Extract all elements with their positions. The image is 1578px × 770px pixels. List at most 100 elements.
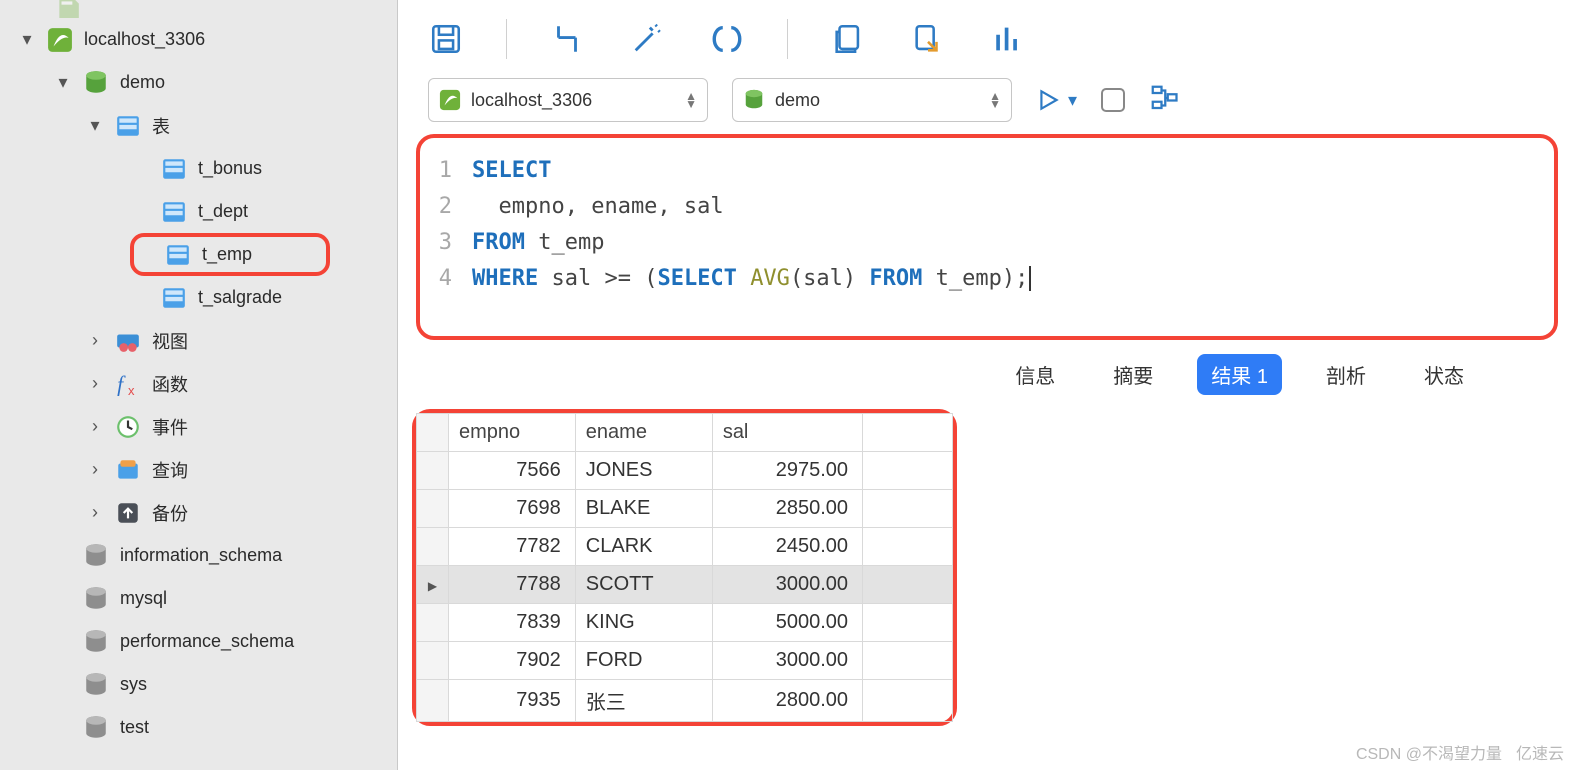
- watermark-right: 亿速云: [1516, 740, 1564, 764]
- cell-ename[interactable]: KING: [575, 604, 712, 642]
- queries-node[interactable]: › 查询: [0, 448, 397, 491]
- cell-empno[interactable]: 7902: [449, 642, 576, 680]
- result-grid[interactable]: empnoenamesal 7566JONES2975.007698BLAKE2…: [416, 413, 953, 722]
- cell-ename[interactable]: 张三: [575, 680, 712, 722]
- cell-ename[interactable]: BLAKE: [575, 490, 712, 528]
- tab-summary[interactable]: 摘要: [1099, 354, 1167, 395]
- run-dropdown-icon[interactable]: ▾: [1068, 90, 1077, 111]
- tables-node[interactable]: ▾ 表: [0, 104, 397, 147]
- cell-sal[interactable]: 2450.00: [712, 528, 862, 566]
- tab-status[interactable]: 状态: [1410, 354, 1478, 395]
- table-icon: [160, 198, 188, 226]
- row-indicator: [417, 490, 449, 528]
- tab-result[interactable]: 结果 1: [1197, 354, 1282, 395]
- cell-extra: [863, 528, 953, 566]
- table-row[interactable]: 7788SCOTT3000.00: [417, 566, 953, 604]
- row-indicator: [417, 642, 449, 680]
- table-label: t_salgrade: [198, 287, 282, 308]
- explain-plan-icon[interactable]: [1149, 83, 1179, 118]
- cell-sal[interactable]: 2850.00: [712, 490, 862, 528]
- code-line[interactable]: 4WHERE sal >= (SELECT AVG(sal) FROM t_em…: [426, 260, 1548, 296]
- chevron-right-icon: ›: [86, 373, 104, 394]
- cell-empno[interactable]: 7782: [449, 528, 576, 566]
- cell-empno[interactable]: 7935: [449, 680, 576, 722]
- col-extra: [863, 414, 953, 452]
- table-icon: [164, 241, 192, 269]
- tab-profile[interactable]: 剖析: [1312, 354, 1380, 395]
- events-label: 事件: [152, 414, 188, 440]
- table-row[interactable]: 7698BLAKE2850.00: [417, 490, 953, 528]
- save-icon[interactable]: [426, 19, 466, 59]
- beautify-icon[interactable]: [627, 19, 667, 59]
- connection-selector[interactable]: localhost_3306 ▲▼: [428, 78, 708, 122]
- sql-editor[interactable]: 1SELECT2 empno, ename, sal3FROM t_emp4WH…: [416, 134, 1558, 340]
- functions-node[interactable]: › fx 函数: [0, 362, 397, 405]
- cell-sal[interactable]: 2800.00: [712, 680, 862, 722]
- table-row[interactable]: 7566JONES2975.00: [417, 452, 953, 490]
- col-ename[interactable]: ename: [575, 414, 712, 452]
- query-icon: [114, 456, 142, 484]
- table-item-t_salgrade[interactable]: t_salgrade: [0, 276, 397, 319]
- database-item-sys[interactable]: sys: [0, 663, 397, 706]
- cell-empno[interactable]: 7839: [449, 604, 576, 642]
- connection-node[interactable]: ▾ localhost_3306: [0, 18, 397, 61]
- cell-empno[interactable]: 7788: [449, 566, 576, 604]
- stepper-icon: ▲▼: [989, 92, 1001, 108]
- cell-sal[interactable]: 3000.00: [712, 566, 862, 604]
- table-row[interactable]: 7782CLARK2450.00: [417, 528, 953, 566]
- cell-ename[interactable]: FORD: [575, 642, 712, 680]
- cell-ename[interactable]: SCOTT: [575, 566, 712, 604]
- row-indicator: [417, 680, 449, 722]
- stop-checkbox[interactable]: [1101, 88, 1125, 112]
- database-icon: [82, 671, 110, 699]
- clock-icon: [114, 413, 142, 441]
- chevron-down-icon: ▾: [18, 29, 36, 50]
- tab-info[interactable]: 信息: [1001, 354, 1069, 395]
- cell-ename[interactable]: JONES: [575, 452, 712, 490]
- database-label: information_schema: [120, 545, 282, 566]
- database-item-performance_schema[interactable]: performance_schema: [0, 620, 397, 663]
- table-row[interactable]: 7902FORD3000.00: [417, 642, 953, 680]
- chevron-down-icon: ▾: [86, 115, 104, 136]
- database-node[interactable]: ▾ demo: [0, 61, 397, 104]
- table-row[interactable]: 7839KING5000.00: [417, 604, 953, 642]
- chart-icon[interactable]: [988, 19, 1028, 59]
- run-button[interactable]: ▾: [1036, 87, 1077, 113]
- cell-extra: [863, 680, 953, 722]
- cell-sal[interactable]: 2975.00: [712, 452, 862, 490]
- cell-extra: [863, 452, 953, 490]
- database-icon: [82, 69, 110, 97]
- code-line[interactable]: 1SELECT: [426, 152, 1548, 188]
- cell-empno[interactable]: 7566: [449, 452, 576, 490]
- table-label: t_dept: [198, 201, 248, 222]
- export-icon[interactable]: [908, 19, 948, 59]
- format-icon[interactable]: [547, 19, 587, 59]
- backups-node[interactable]: › 备份: [0, 491, 397, 534]
- cell-sal[interactable]: 5000.00: [712, 604, 862, 642]
- col-empno[interactable]: empno: [449, 414, 576, 452]
- cell-ename[interactable]: CLARK: [575, 528, 712, 566]
- table-row[interactable]: 7935张三2800.00: [417, 680, 953, 722]
- cell-empno[interactable]: 7698: [449, 490, 576, 528]
- col-sal[interactable]: sal: [712, 414, 862, 452]
- leaf-icon: [54, 0, 82, 18]
- cell-sal[interactable]: 3000.00: [712, 642, 862, 680]
- views-node[interactable]: › 视图: [0, 319, 397, 362]
- rowhead-corner: [417, 414, 449, 452]
- code-line[interactable]: 2 empno, ename, sal: [426, 188, 1548, 224]
- brackets-icon[interactable]: [707, 19, 747, 59]
- queries-label: 查询: [152, 457, 188, 483]
- code-line[interactable]: 3FROM t_emp: [426, 224, 1548, 260]
- database-item-test[interactable]: test: [0, 706, 397, 749]
- svg-text:f: f: [117, 372, 126, 396]
- table-item-t_bonus[interactable]: t_bonus: [0, 147, 397, 190]
- database-item-mysql[interactable]: mysql: [0, 577, 397, 620]
- table-item-t_emp[interactable]: t_emp: [130, 233, 330, 276]
- watermark: CSDN @不渴望力量 亿速云: [1356, 740, 1564, 764]
- table-item-t_dept[interactable]: t_dept: [0, 190, 397, 233]
- chevron-right-icon: ›: [86, 416, 104, 437]
- events-node[interactable]: › 事件: [0, 405, 397, 448]
- copy-icon[interactable]: [828, 19, 868, 59]
- database-item-information_schema[interactable]: information_schema: [0, 534, 397, 577]
- database-selector[interactable]: demo ▲▼: [732, 78, 1012, 122]
